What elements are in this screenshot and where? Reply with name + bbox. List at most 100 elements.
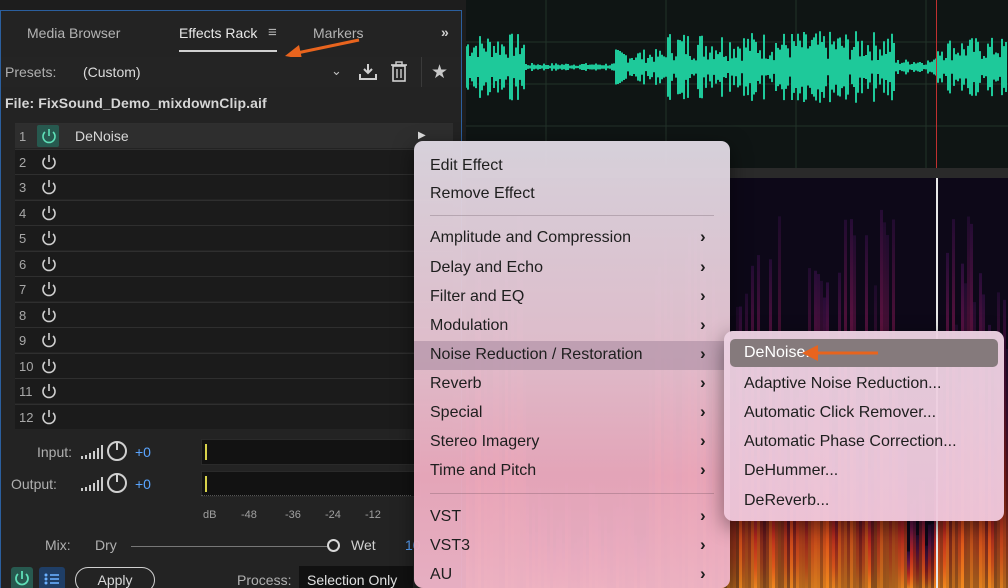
file-name-label: File: FixSound_Demo_mixdownClip.aif xyxy=(5,95,267,111)
slot-number: 6 xyxy=(19,256,27,272)
effect-slot[interactable]: 4 xyxy=(15,199,453,225)
output-label: Output: xyxy=(11,476,57,492)
menu-item-label: Stereo Imagery xyxy=(430,433,540,450)
apply-button[interactable]: Apply xyxy=(75,567,155,588)
power-icon[interactable] xyxy=(39,178,59,197)
menu-item-label: Reverb xyxy=(430,375,482,392)
menu-item[interactable]: Edit Effect xyxy=(414,152,730,181)
menu-item[interactable]: Time and Pitch › xyxy=(414,457,730,486)
slot-number: 12 xyxy=(19,409,34,425)
presets-dropdown[interactable]: (Custom) xyxy=(83,64,141,80)
menu-item[interactable]: Noise Reduction / Restoration › xyxy=(414,341,730,370)
power-icon[interactable] xyxy=(39,204,59,223)
effect-slot[interactable]: 12 xyxy=(15,403,453,429)
mix-slider-track[interactable] xyxy=(131,546,327,547)
output-gain-value[interactable]: +0 xyxy=(135,476,151,492)
submenu-item-label: Automatic Click Remover... xyxy=(744,404,937,421)
menu-item[interactable]: Remove Effect xyxy=(414,180,730,209)
menu-item[interactable]: Delay and Echo › xyxy=(414,254,730,283)
submenu-item[interactable]: DeHummer... xyxy=(724,457,1004,485)
submenu-item[interactable]: Adaptive Noise Reduction... xyxy=(724,370,1004,398)
slot-number: 2 xyxy=(19,154,27,170)
power-icon[interactable] xyxy=(39,357,59,376)
menu-item[interactable]: Filter and EQ › xyxy=(414,283,730,312)
menu-item[interactable]: Modulation › xyxy=(414,312,730,341)
menu-item[interactable]: Special › xyxy=(414,399,730,428)
menu-item[interactable]: Stereo Imagery › xyxy=(414,428,730,457)
favorite-star-icon[interactable]: ★ xyxy=(431,61,448,84)
effect-slot[interactable]: 10 xyxy=(15,352,453,378)
overflow-chevron-icon[interactable]: » xyxy=(441,24,449,40)
presets-row: Presets: (Custom) ⌄ ★ xyxy=(1,57,461,87)
submenu-item[interactable]: Automatic Phase Correction... xyxy=(724,428,1004,456)
power-icon[interactable] xyxy=(39,382,59,401)
save-preset-icon[interactable] xyxy=(357,61,379,83)
level-bars-icon xyxy=(81,477,103,491)
menu-separator xyxy=(430,493,714,494)
menu-item[interactable]: AU › xyxy=(414,561,730,588)
effects-rack-panel: Media Browser Effects Rack ≡ Markers » P… xyxy=(0,10,462,588)
menu-item[interactable]: Amplitude and Compression › xyxy=(414,224,730,253)
power-icon[interactable] xyxy=(39,255,59,274)
menu-separator xyxy=(430,215,714,216)
power-icon[interactable] xyxy=(39,229,59,248)
effect-slot[interactable]: 3 xyxy=(15,174,453,199)
menu-item-label: Time and Pitch xyxy=(430,462,537,479)
slot-menu-arrow-icon[interactable]: ▶ xyxy=(418,130,426,141)
menu-item-label: Amplitude and Compression xyxy=(430,229,631,246)
menu-item-label: VST xyxy=(430,508,462,525)
effect-slot[interactable]: 2 xyxy=(15,148,453,174)
menu-item[interactable]: VST3 › xyxy=(414,532,730,561)
list-icon xyxy=(44,573,59,585)
menu-item[interactable]: VST › xyxy=(414,503,730,532)
submenu-item-label: DeHummer... xyxy=(744,462,839,479)
level-bars-icon xyxy=(81,445,103,459)
chevron-right-icon: › xyxy=(700,564,706,583)
panel-tab-bar: Media Browser Effects Rack ≡ Markers » xyxy=(1,11,461,57)
db-scale-label: -12 xyxy=(365,509,381,521)
tab-effects-rack[interactable]: Effects Rack xyxy=(179,25,257,41)
chevron-down-icon[interactable]: ⌄ xyxy=(331,63,342,79)
power-icon[interactable] xyxy=(39,331,59,350)
annotation-arrow-icon xyxy=(285,38,360,59)
effect-slot[interactable]: 6 xyxy=(15,250,453,276)
input-gain-knob[interactable] xyxy=(107,441,127,461)
menu-item-label: Edit Effect xyxy=(430,157,503,174)
effect-slot[interactable]: 11 xyxy=(15,378,453,403)
chevron-right-icon: › xyxy=(700,431,706,450)
power-icon[interactable] xyxy=(39,306,59,325)
power-icon[interactable] xyxy=(39,127,59,146)
slot-number: 10 xyxy=(19,358,34,374)
input-gain-value[interactable]: +0 xyxy=(135,444,151,460)
menu-item[interactable]: Reverb › xyxy=(414,370,730,399)
trash-icon[interactable] xyxy=(390,61,408,83)
panel-menu-icon[interactable]: ≡ xyxy=(268,24,277,41)
effect-slot[interactable]: 8 xyxy=(15,301,453,327)
chevron-right-icon: › xyxy=(700,344,706,363)
menu-item-label: Special xyxy=(430,404,483,421)
effect-slot[interactable]: 1 DeNoise ▶ xyxy=(15,123,453,148)
db-scale: dB -48 -36 -24 -12 xyxy=(201,509,411,529)
effect-slot[interactable]: 9 xyxy=(15,327,453,352)
input-level-row: Input: +0 xyxy=(1,439,421,465)
master-power-button[interactable] xyxy=(11,567,33,588)
slot-number: 7 xyxy=(19,282,27,297)
effect-slot[interactable]: 5 xyxy=(15,225,453,250)
menu-item-label: Noise Reduction / Restoration xyxy=(430,346,643,363)
chevron-right-icon: › xyxy=(700,315,706,334)
mix-slider-handle[interactable] xyxy=(327,539,340,552)
slot-effect-name: DeNoise xyxy=(75,128,129,144)
power-icon[interactable] xyxy=(39,280,59,299)
tab-media-browser[interactable]: Media Browser xyxy=(27,25,120,41)
menu-item-label: Delay and Echo xyxy=(430,259,543,276)
submenu-item[interactable]: DeReverb... xyxy=(724,487,1004,515)
output-gain-knob[interactable] xyxy=(107,473,127,493)
submenu-item[interactable]: Automatic Click Remover... xyxy=(724,399,1004,427)
active-tab-underline xyxy=(179,50,277,52)
list-view-button[interactable] xyxy=(39,567,65,588)
presets-label: Presets: xyxy=(5,64,57,80)
process-dropdown[interactable]: Selection Only xyxy=(299,566,413,588)
power-icon[interactable] xyxy=(39,153,59,172)
power-icon[interactable] xyxy=(39,408,59,427)
effect-slot[interactable]: 7 xyxy=(15,276,453,301)
